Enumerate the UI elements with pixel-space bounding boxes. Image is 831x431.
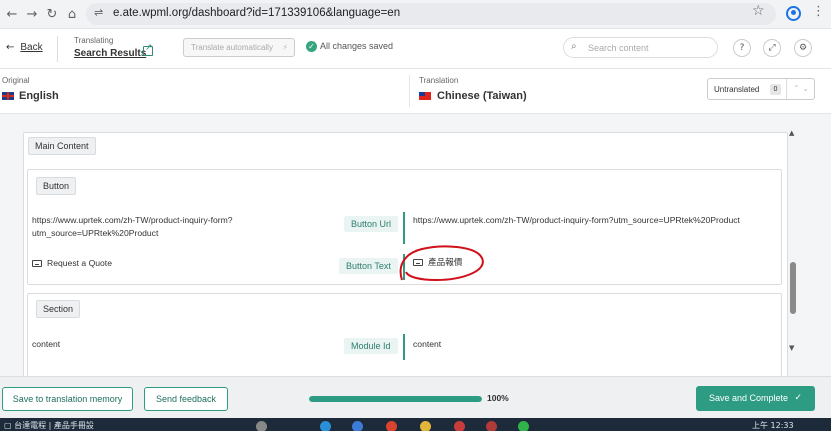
header-divider xyxy=(57,36,58,62)
app-icon[interactable] xyxy=(454,421,465,431)
translate-automatically-label: Translate automatically xyxy=(191,43,273,52)
untranslated-label: Untranslated xyxy=(714,85,760,94)
browser-toolbar: ← → ↻ ⌂ ⇌ e.ate.wpml.org/dashboard?id=17… xyxy=(0,0,831,29)
job-title-link[interactable]: Search Results xyxy=(74,48,146,59)
original-button-text: Request a Quote xyxy=(32,257,112,270)
translation-caption: Translation xyxy=(419,76,459,85)
fullscreen-icon[interactable]: ⤢ xyxy=(763,39,781,57)
segment-status-bar xyxy=(403,334,405,360)
browser-menu-icon[interactable]: ⋮ xyxy=(812,4,825,19)
scrollbar-thumb[interactable] xyxy=(790,262,796,314)
check-icon: ✓ xyxy=(794,393,802,403)
edge-icon[interactable] xyxy=(320,421,331,431)
progress-bar xyxy=(309,396,482,402)
back-link[interactable]: ← Back xyxy=(6,42,43,53)
translated-button-text-value[interactable]: 產品報價 xyxy=(428,258,462,268)
help-icon[interactable]: ? xyxy=(733,39,751,57)
button-url-label: Button Url xyxy=(344,216,399,232)
button-text-label: Button Text xyxy=(339,258,398,274)
taskbar-window-title[interactable]: ▢ 台達電程 | 產品手冊設 xyxy=(4,420,94,431)
search-icon: ⌕ xyxy=(571,41,577,52)
url-text[interactable]: e.ate.wpml.org/dashboard?id=171339106&la… xyxy=(113,7,400,19)
translation-language-name: Chinese (Taiwan) xyxy=(437,90,527,102)
button-tag: Button xyxy=(36,177,77,195)
translation-language: Chinese (Taiwan) xyxy=(419,90,527,102)
main-content-tag: Main Content xyxy=(28,137,96,155)
main-content-panel: Main Content Button https://www.uprtek.c… xyxy=(23,132,788,376)
search-icon[interactable] xyxy=(256,421,267,431)
profile-icon[interactable] xyxy=(786,6,801,21)
translated-url[interactable]: https://www.uprtek.com/zh-TW/product-inq… xyxy=(413,214,740,227)
language-divider xyxy=(409,75,410,107)
search-input[interactable]: Search content xyxy=(588,43,649,53)
taskbar-clock: 上午 12:33 xyxy=(752,421,794,430)
send-feedback-button[interactable]: Send feedback xyxy=(144,387,228,411)
original-button-text-value: Request a Quote xyxy=(47,258,112,268)
original-language-name: English xyxy=(19,90,59,102)
save-and-complete-button[interactable]: Save and Complete ✓ xyxy=(696,386,815,411)
keyboard-icon xyxy=(32,260,42,267)
editor-header: ← Back Translating Search Results Transla… xyxy=(0,29,831,69)
app-icon[interactable] xyxy=(352,421,363,431)
check-circle-icon: ✓ xyxy=(306,41,317,52)
lightning-icon: ⚡ xyxy=(282,43,288,52)
untranslated-count: 0 xyxy=(770,84,781,95)
translate-automatically-button[interactable]: Translate automatically ⚡ xyxy=(183,38,295,57)
editor-footer: Save to translation memory Send feedback… xyxy=(0,376,831,418)
translated-module-id[interactable]: content xyxy=(413,338,441,351)
module-id-label: Module Id xyxy=(344,338,398,354)
segments-area: Main Content Button https://www.uprtek.c… xyxy=(0,114,831,376)
untranslated-navigator[interactable]: Untranslated 0 ⌃ ⌄ xyxy=(707,78,815,100)
button-group: Button https://www.uprtek.com/zh-TW/prod… xyxy=(27,169,782,285)
folder-icon[interactable] xyxy=(420,421,431,431)
scroll-up-icon[interactable]: ▲ xyxy=(789,129,794,137)
settings-gear-icon[interactable]: ⚙ xyxy=(794,39,812,57)
content-scrollbar[interactable]: ▲ ▼ xyxy=(787,127,799,355)
forward-arrow-icon[interactable]: → xyxy=(22,5,42,25)
untranslated-nav-arrows-icon[interactable]: ⌃ ⌄ xyxy=(786,79,815,99)
segment-status-bar xyxy=(403,212,405,244)
original-language: English xyxy=(2,90,59,102)
app-icon[interactable] xyxy=(486,421,497,431)
site-settings-icon[interactable]: ⇌ xyxy=(94,6,103,19)
back-arrow-icon[interactable]: ← xyxy=(2,5,22,25)
original-url-line2: utm_source=UPRtek%20Product xyxy=(32,228,159,238)
uk-flag-icon xyxy=(2,92,14,101)
save-status: All changes saved xyxy=(320,41,394,51)
save-and-complete-label: Save and Complete xyxy=(709,393,789,403)
original-url: https://www.uprtek.com/zh-TW/product-inq… xyxy=(32,214,233,240)
progress-fill xyxy=(309,396,482,402)
chrome-icon[interactable] xyxy=(386,421,397,431)
line-icon[interactable] xyxy=(518,421,529,431)
original-module-id: content xyxy=(32,339,61,349)
bookmark-star-icon[interactable]: ☆ xyxy=(752,3,765,19)
scroll-down-icon[interactable]: ▼ xyxy=(789,344,794,352)
translating-caption: Translating xyxy=(74,36,114,45)
search-box[interactable]: ⌕ Search content xyxy=(563,37,718,58)
back-label: Back xyxy=(20,42,43,53)
segment-status-bar xyxy=(403,254,405,280)
translated-button-text[interactable]: 產品報價 xyxy=(413,257,462,270)
original-caption: Original xyxy=(2,76,30,85)
reload-icon[interactable]: ↻ xyxy=(42,5,62,25)
original-url-line1: https://www.uprtek.com/zh-TW/product-inq… xyxy=(32,215,233,225)
home-icon[interactable]: ⌂ xyxy=(62,5,82,25)
os-taskbar: ▢ 台達電程 | 產品手冊設 上午 12:33 xyxy=(0,418,831,431)
external-link-icon[interactable] xyxy=(143,43,153,56)
section-tag: Section xyxy=(36,300,81,318)
back-icon: ← xyxy=(6,42,15,53)
section-group: Section content Module Id content xyxy=(27,293,782,376)
taiwan-flag-icon xyxy=(419,92,431,101)
address-bar[interactable]: ⇌ e.ate.wpml.org/dashboard?id=171339106&… xyxy=(86,3,776,25)
keyboard-icon xyxy=(413,259,423,266)
save-to-memory-button[interactable]: Save to translation memory xyxy=(2,387,133,411)
progress-percent: 100% xyxy=(487,393,509,403)
